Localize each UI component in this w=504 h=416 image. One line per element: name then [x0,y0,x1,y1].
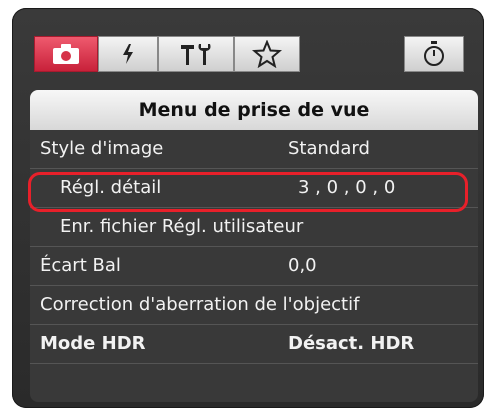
tab-timer[interactable] [404,36,464,72]
tab-tools[interactable] [158,36,234,72]
menu-item-save-user-settings[interactable]: Enr. fichier Régl. utilisateur [30,208,478,247]
menu-item-label: Style d'image [40,138,164,159]
menu-item-value: 0,0 [288,255,317,276]
menu-item-value: 3 , 0 , 0 , 0 [298,177,396,198]
tab-favorites[interactable] [234,36,300,72]
menu-item-label: Mode HDR [40,333,146,354]
star-icon [252,40,282,68]
menu-item-value: Standard [288,138,370,159]
flash-icon [123,44,133,64]
tab-shooting[interactable] [34,36,98,72]
menu-empty-row [30,364,478,402]
menu-item-lens-correction[interactable]: Correction d'aberration de l'objectif [30,286,478,325]
timer-icon [424,41,444,66]
menu-item-label: Correction d'aberration de l'objectif [40,294,360,315]
tools-icon [181,44,211,65]
menu-item-detail-settings[interactable]: Régl. détail 3 , 0 , 0 , 0 [30,169,478,208]
menu-item-wb-shift[interactable]: Écart Bal 0,0 [30,247,478,286]
menu-item-picture-style[interactable]: Style d'image Standard [30,130,478,169]
menu-item-label: Enr. fichier Régl. utilisateur [60,216,304,237]
menu-item-label: Écart Bal [40,255,121,276]
tab-flash[interactable] [98,36,158,72]
menu-item-hdr-mode[interactable]: Mode HDR Désact. HDR [30,325,478,364]
camera-icon [53,44,79,64]
menu-title: Menu de prise de vue [30,90,478,130]
menu-item-label: Régl. détail [60,177,162,198]
menu-item-value: Désact. HDR [288,333,415,354]
shooting-menu: Menu de prise de vue Style d'image Stand… [30,90,478,402]
